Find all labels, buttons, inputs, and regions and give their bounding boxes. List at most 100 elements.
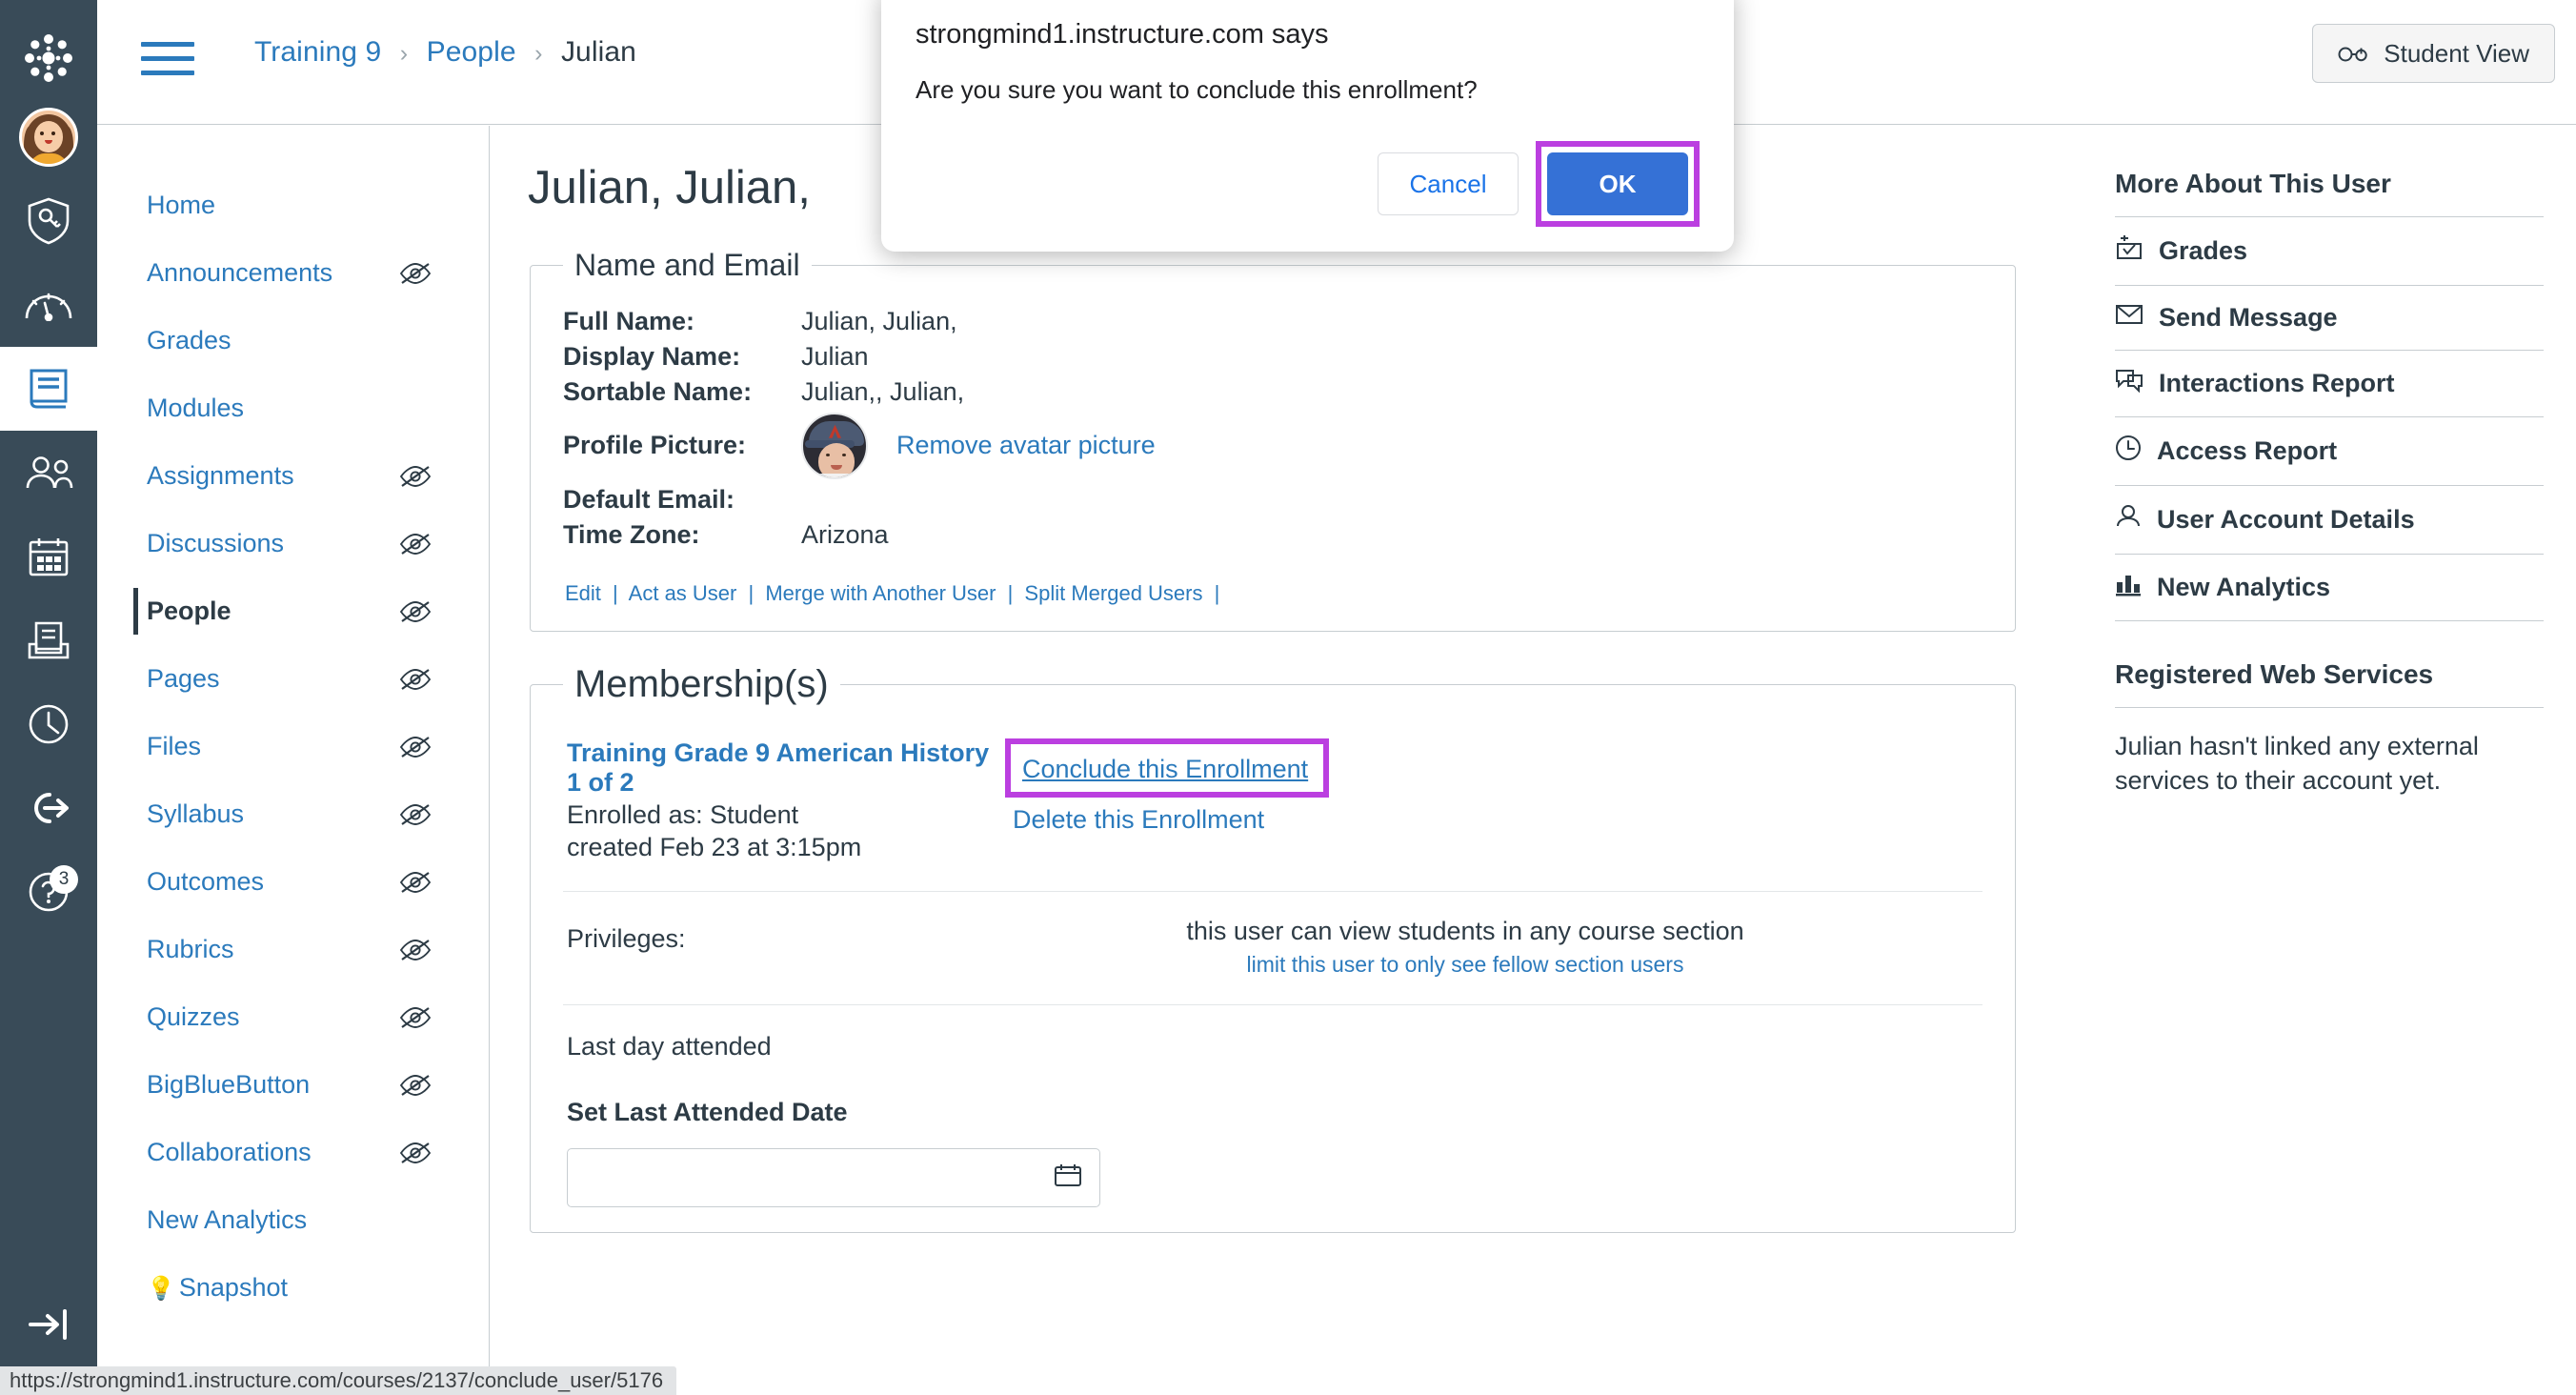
default-email-value xyxy=(801,482,1156,517)
sidebar-item-grades[interactable]: Grades xyxy=(97,307,489,374)
sidebar-item-bigbluebutton[interactable]: BigBlueButton xyxy=(97,1051,489,1119)
sidebar-item-send-message[interactable]: Send Message xyxy=(2115,286,2544,351)
sidebar-item-modules[interactable]: Modules xyxy=(97,374,489,442)
merge-with-another-user-link[interactable]: Merge with Another User xyxy=(765,581,996,605)
course-navigation: Home Announcements Grades Modules Assignment… xyxy=(97,126,490,1395)
remove-avatar-link[interactable]: Remove avatar picture xyxy=(896,431,1156,460)
sidebar-item-label: Syllabus xyxy=(147,799,245,828)
display-name-label: Display Name: xyxy=(563,341,741,371)
limit-user-link[interactable]: limit this user to only see fellow secti… xyxy=(1247,952,1684,977)
sidebar-item-new-analytics[interactable]: New Analytics xyxy=(97,1186,489,1254)
sidebar-item-quizzes[interactable]: Quizzes xyxy=(97,983,489,1051)
hidden-eye-icon xyxy=(399,533,432,555)
sidebar-item-syllabus[interactable]: Syllabus xyxy=(97,780,489,848)
cancel-button[interactable]: Cancel xyxy=(1378,152,1519,215)
breadcrumb-people[interactable]: People xyxy=(427,36,516,68)
calendar-icon xyxy=(1054,1162,1082,1192)
sidebar-item-people[interactable]: People xyxy=(97,577,489,645)
hidden-eye-icon xyxy=(399,803,432,825)
split-merged-users-link[interactable]: Split Merged Users xyxy=(1024,581,1202,605)
registered-web-services-note: Julian hasn't linked any external servic… xyxy=(2115,732,2479,796)
conclude-this-enrollment-link[interactable]: Conclude this Enrollment xyxy=(1022,755,1308,783)
sidebar-item-interactions-report[interactable]: Interactions Report xyxy=(2115,351,2544,417)
sidebar-item-home[interactable]: Home xyxy=(97,172,489,239)
calendar-icon[interactable] xyxy=(0,515,97,598)
sidebar-item-outcomes[interactable]: Outcomes xyxy=(97,848,489,916)
ok-button[interactable]: OK xyxy=(1547,152,1688,215)
sidebar-item-announcements[interactable]: Announcements xyxy=(97,239,489,307)
bar-chart-icon xyxy=(2115,572,2142,603)
user-icon xyxy=(2115,503,2142,536)
delete-this-enrollment-link[interactable]: Delete this Enrollment xyxy=(1013,805,1329,835)
dialog-buttons: Cancel OK xyxy=(916,141,1700,227)
enrollment-info: Training Grade 9 American History 1 of 2… xyxy=(567,738,996,862)
sidebar-item-files[interactable]: Files xyxy=(97,713,489,780)
sidebar-item-pages[interactable]: Pages xyxy=(97,645,489,713)
sidebar-item-snapshot[interactable]: 💡 Snapshot xyxy=(97,1254,489,1322)
sidebar-item-label-new-analytics: New Analytics xyxy=(2157,573,2331,601)
hidden-eye-icon xyxy=(399,668,432,690)
status-bar-url: https://strongmind1.instructure.com/cour… xyxy=(0,1366,677,1395)
link-separator-4: | xyxy=(1214,580,1220,605)
memberships-panel: Membership(s) Training Grade 9 American … xyxy=(530,662,2016,1233)
canvas-logo-icon[interactable] xyxy=(0,0,97,95)
table-row-sortable-name: Sortable Name: Julian,, Julian, xyxy=(563,374,1156,410)
sidebar-item-access-report[interactable]: Access Report xyxy=(2115,417,2544,486)
dashboard-gauge-icon[interactable] xyxy=(0,263,97,347)
sidebar-item-label-interactions-report: Interactions Report xyxy=(2159,369,2395,397)
sidebar-item-label-send-message: Send Message xyxy=(2159,303,2338,332)
sidebar-item-user-account-details[interactable]: User Account Details xyxy=(2115,486,2544,555)
table-row-time-zone: Time Zone: Arizona xyxy=(563,517,1156,553)
hidden-eye-icon xyxy=(399,600,432,622)
right-sidebar: More About This User Grades Send Message xyxy=(2084,126,2576,1395)
enrolled-as-text: Enrolled as: Student xyxy=(567,799,799,829)
last-attended-date-input[interactable] xyxy=(567,1147,1100,1207)
set-last-attended-date-label: Set Last Attended Date xyxy=(567,1097,848,1126)
name-and-email-legend: Name and Email xyxy=(574,247,800,282)
main-content: Julian, Julian, Name and Email Full Name… xyxy=(490,126,2084,1395)
ok-button-highlight: OK xyxy=(1536,141,1700,227)
envelope-icon xyxy=(2115,303,2143,333)
sidebar-item-collaborations[interactable]: Collaborations xyxy=(97,1119,489,1186)
enrollment-created-text: created Feb 23 at 3:15pm xyxy=(567,832,862,861)
sidebar-item-discussions[interactable]: Discussions xyxy=(97,510,489,577)
edit-link[interactable]: Edit xyxy=(565,581,601,605)
inbox-icon[interactable] xyxy=(0,598,97,682)
history-clock-icon[interactable] xyxy=(0,682,97,766)
gradebook-icon xyxy=(2115,234,2143,268)
glasses-icon xyxy=(2338,47,2367,62)
courses-book-icon[interactable] xyxy=(0,347,97,431)
link-separator-3: | xyxy=(1007,580,1014,605)
account-avatar[interactable] xyxy=(0,95,97,179)
sidebar-item-new-analytics[interactable]: New Analytics xyxy=(2115,555,2544,621)
admin-shield-key-icon[interactable] xyxy=(0,179,97,263)
sidebar-item-label: BigBlueButton xyxy=(147,1070,311,1099)
sidebar-item-label: Home xyxy=(147,191,216,219)
groups-people-icon[interactable] xyxy=(0,431,97,515)
profile-picture-label: Profile Picture: xyxy=(563,431,747,460)
sidebar-item-rubrics[interactable]: Rubrics xyxy=(97,916,489,983)
user-action-links: Edit | Act as User | Merge with Another … xyxy=(563,581,1982,606)
help-icon[interactable]: 3 xyxy=(0,850,97,934)
breadcrumb-current: Julian xyxy=(560,36,636,68)
table-row-full-name: Full Name: Julian, Julian, xyxy=(563,304,1156,339)
avatar xyxy=(19,108,78,167)
breadcrumb-course[interactable]: Training 9 xyxy=(254,36,381,68)
more-about-this-user-title: More About This User xyxy=(2115,169,2544,217)
registered-web-services-title: Registered Web Services xyxy=(2115,659,2544,708)
hidden-eye-icon xyxy=(399,1074,432,1096)
breadcrumb: Training 9 › People › Julian xyxy=(254,36,636,69)
last-day-attended-label: Last day attended xyxy=(567,1031,772,1061)
enrollment-course-link[interactable]: Training Grade 9 American History 1 of 2 xyxy=(567,738,996,798)
link-separator-2: | xyxy=(748,580,755,605)
act-as-user-link[interactable]: Act as User xyxy=(629,581,737,605)
dialog-title: strongmind1.instructure.com says xyxy=(916,19,1329,50)
student-view-button[interactable]: Student View xyxy=(2312,24,2555,83)
sidebar-item-assignments[interactable]: Assignments xyxy=(97,442,489,510)
privileges-label: Privileges: xyxy=(567,923,686,953)
sidebar-item-grades[interactable]: Grades xyxy=(2115,217,2544,286)
course-nav-toggle-icon[interactable] xyxy=(141,42,194,80)
student-view-label: Student View xyxy=(2384,38,2529,68)
commons-export-icon[interactable] xyxy=(0,766,97,850)
hidden-eye-icon xyxy=(399,939,432,960)
